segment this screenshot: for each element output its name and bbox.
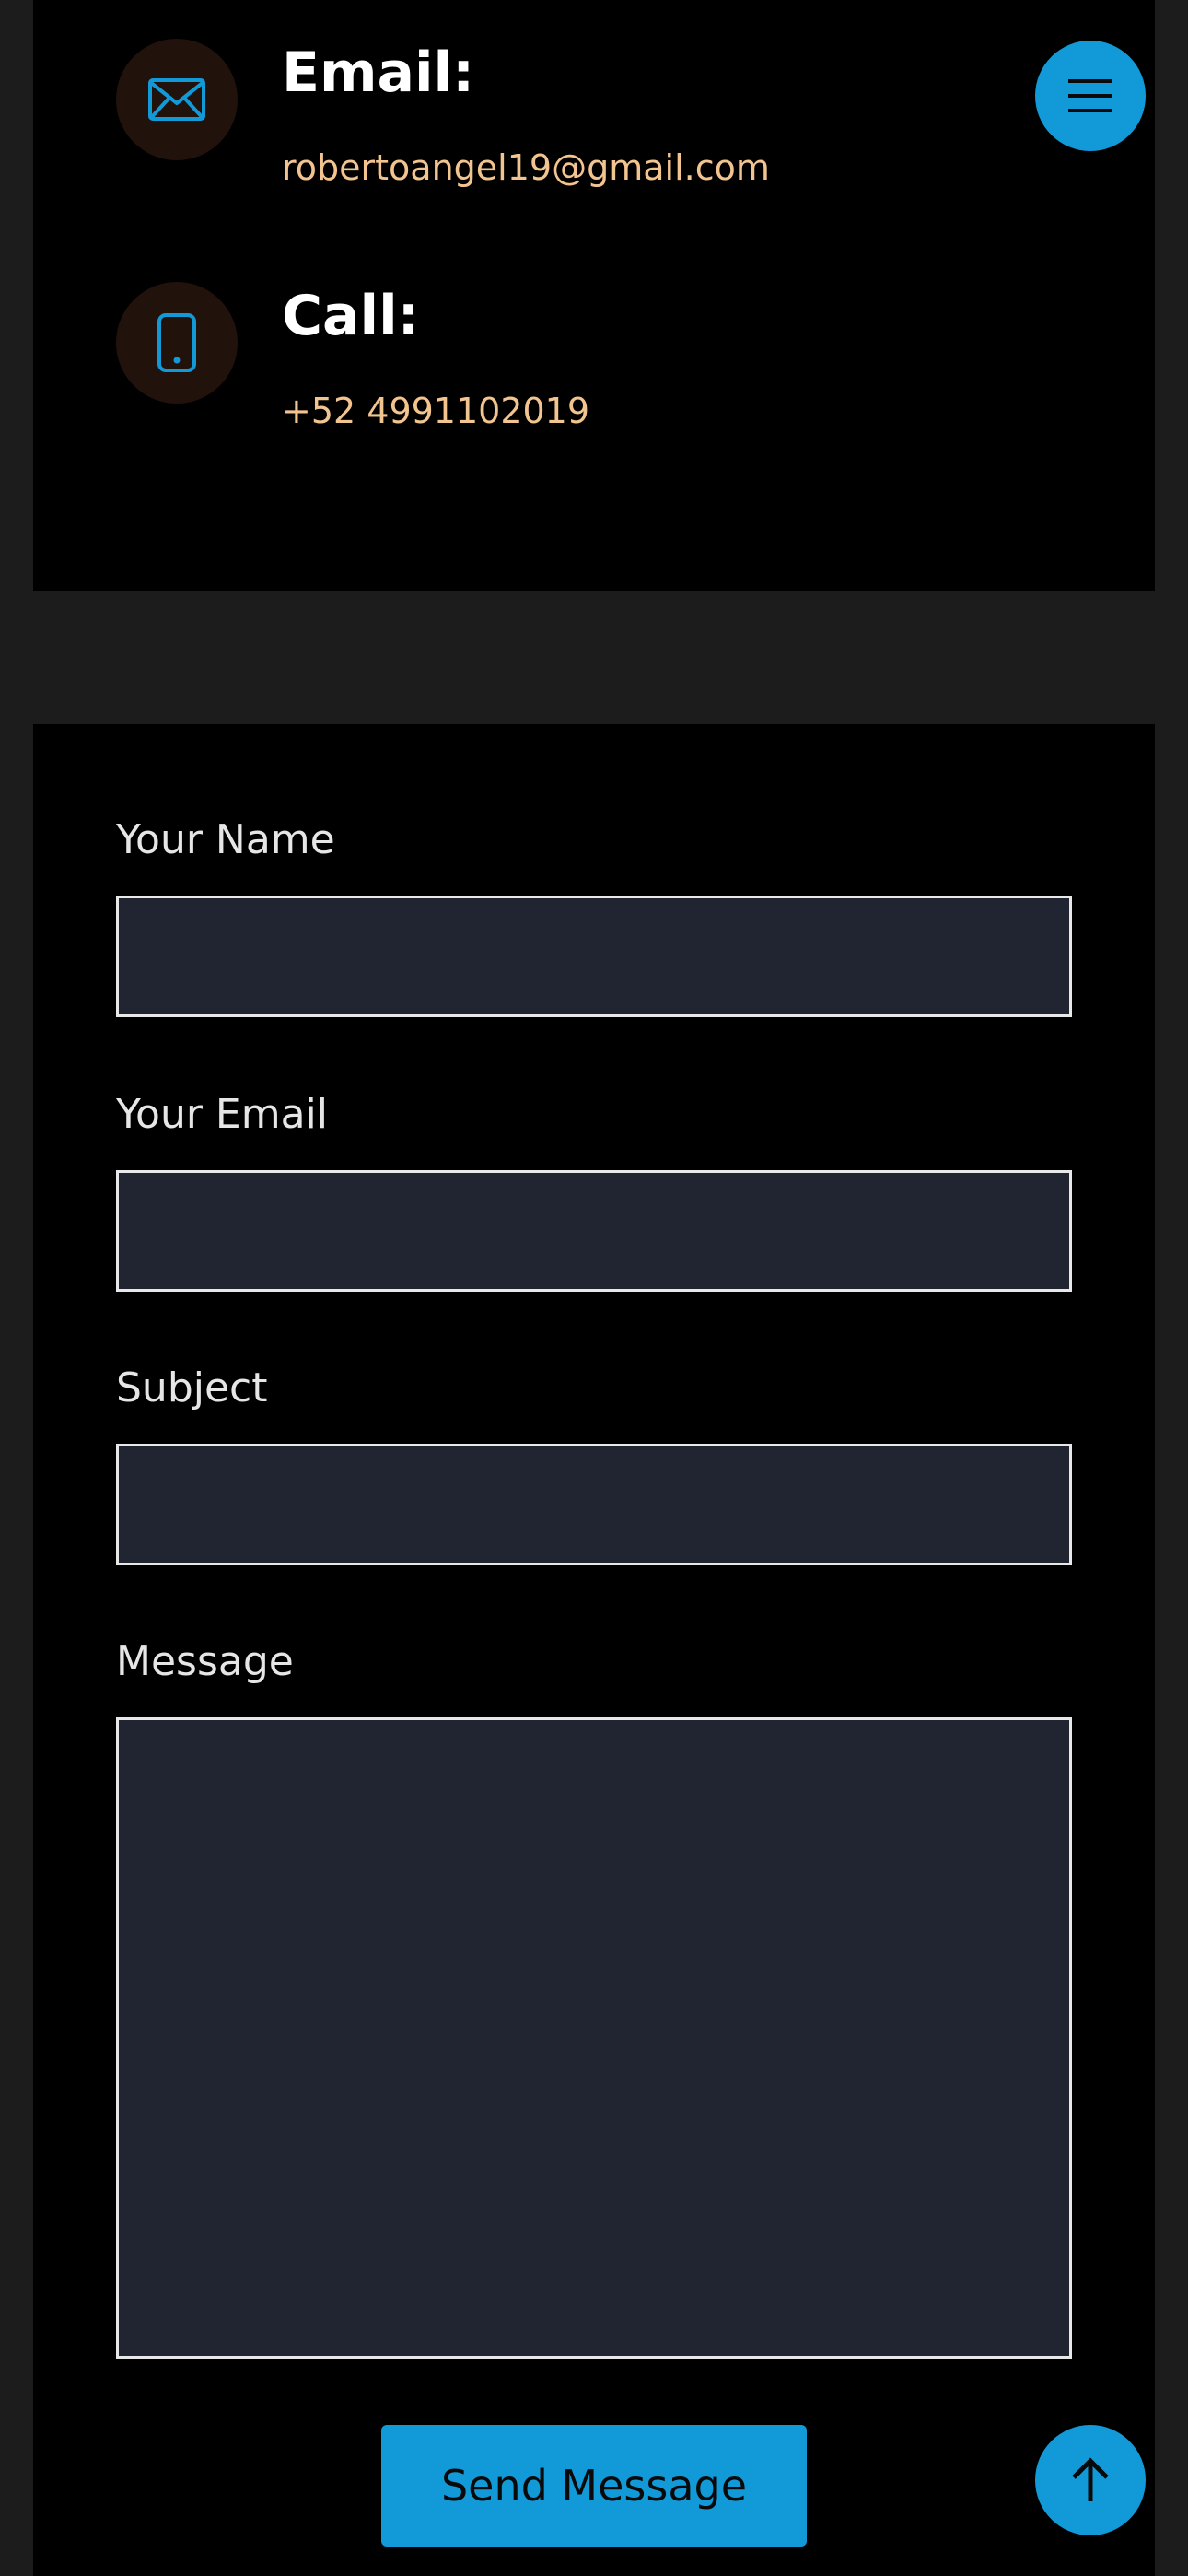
name-input[interactable] (116, 896, 1072, 1017)
arrow-up-icon (1072, 2457, 1109, 2501)
name-label: Your Name (116, 816, 335, 863)
menu-button[interactable] (1035, 41, 1146, 151)
subject-input[interactable] (116, 1444, 1072, 1565)
email-value[interactable]: robertoangel19@gmail.com (282, 147, 770, 188)
envelope-icon (116, 39, 238, 160)
contact-info-panel: Email: robertoangel19@gmail.com Call: +5… (33, 0, 1155, 591)
call-value[interactable]: +52 4991102019 (282, 391, 589, 431)
email-input[interactable] (116, 1170, 1072, 1292)
message-textarea[interactable] (116, 1717, 1072, 2359)
call-info: Call: +52 4991102019 (116, 282, 1129, 466)
call-title: Call: (282, 284, 420, 348)
email-label: Your Email (116, 1091, 328, 1138)
email-info: Email: robertoangel19@gmail.com (116, 39, 1129, 223)
contact-form: Your Name Your Email Subject Message Sen… (33, 724, 1155, 2576)
back-to-top-button[interactable] (1035, 2425, 1146, 2535)
email-title: Email: (282, 41, 475, 105)
hamburger-menu-icon (1068, 79, 1112, 112)
message-label: Message (116, 1638, 294, 1685)
send-message-button[interactable]: Send Message (381, 2425, 807, 2547)
phone-icon (116, 282, 238, 404)
subject-label: Subject (116, 1364, 268, 1411)
